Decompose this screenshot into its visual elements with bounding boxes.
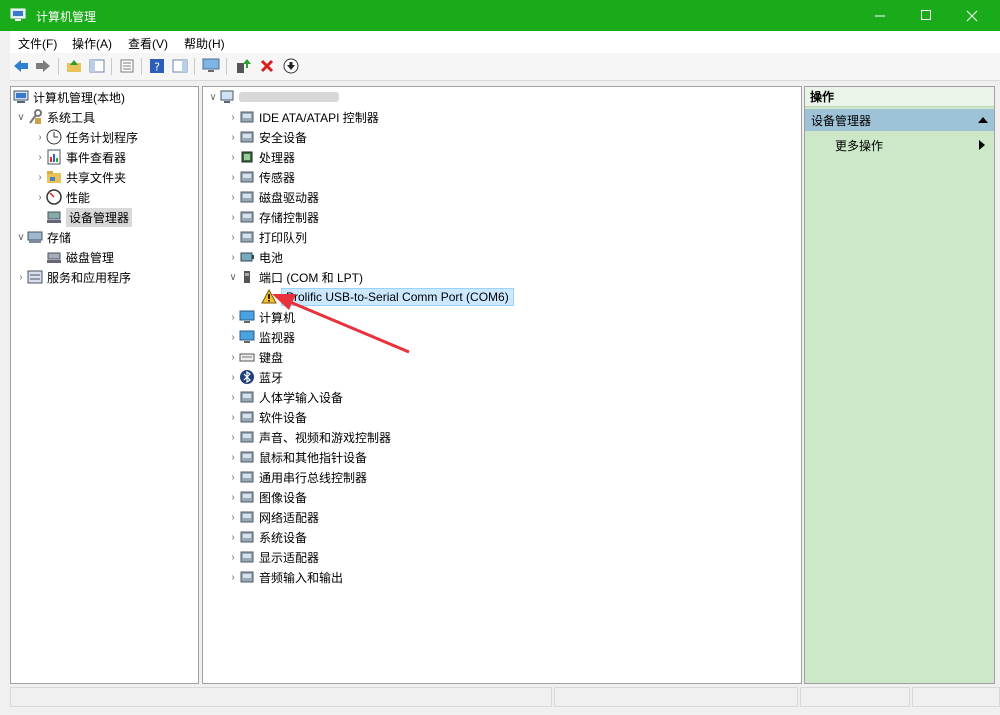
annotation-arrow bbox=[272, 294, 410, 354]
computer-management-window: 计算机管理 文件(F) 操作(A) 查看(V) 帮助(H) ? 计算机管理(本地… bbox=[0, 0, 1000, 715]
